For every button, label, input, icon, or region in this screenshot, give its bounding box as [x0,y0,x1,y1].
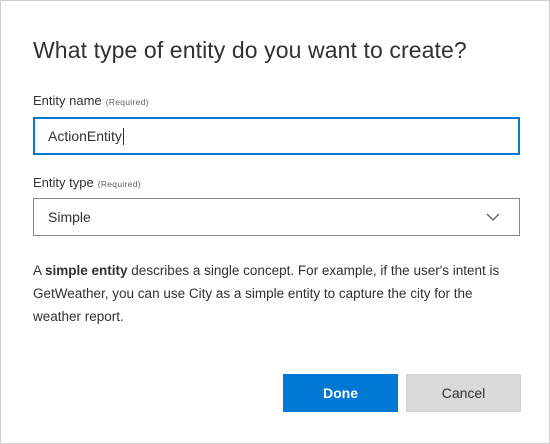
dialog-title: What type of entity do you want to creat… [33,37,467,63]
description-emphasis: simple entity [45,263,128,278]
entity-name-label-text: Entity name [33,93,102,108]
entity-type-dropdown[interactable]: Simple [33,198,520,236]
cancel-button[interactable]: Cancel [406,374,521,412]
entity-name-input[interactable]: ActionEntity [33,117,520,155]
entity-name-value: ActionEntity [48,128,122,144]
text-caret [122,127,124,145]
entity-name-label: Entity name (Required) [33,93,149,108]
entity-type-description: A simple entity describes a single conce… [33,259,519,328]
entity-name-required-tag: (Required) [105,97,149,107]
entity-type-label: Entity type (Required) [33,175,141,190]
create-entity-dialog: What type of entity do you want to creat… [0,0,550,444]
done-button[interactable]: Done [283,374,398,412]
entity-type-required-tag: (Required) [97,179,141,189]
description-prefix: A [33,263,46,278]
entity-type-label-text: Entity type [33,175,94,190]
chevron-down-icon [486,213,500,221]
entity-type-selected-value: Simple [48,209,91,225]
